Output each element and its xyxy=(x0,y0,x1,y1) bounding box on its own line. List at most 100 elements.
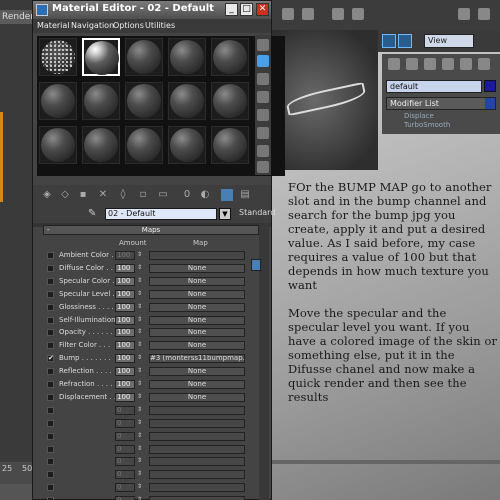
map-enable-checkbox[interactable] xyxy=(47,393,54,401)
map-amount-field[interactable]: 0 xyxy=(115,444,135,454)
map-amount-field[interactable]: 100 xyxy=(115,289,135,299)
spinner-icon[interactable]: ⇕ xyxy=(137,277,142,284)
copy-material-icon[interactable]: ◊ xyxy=(117,189,129,201)
toolbar-icon[interactable] xyxy=(282,8,294,20)
map-slot-button[interactable] xyxy=(149,457,245,467)
go-to-parent-icon[interactable]: ▤ xyxy=(239,189,251,201)
map-enable-checkbox[interactable] xyxy=(47,419,54,427)
map-enable-checkbox[interactable] xyxy=(47,342,54,350)
material-type-button[interactable]: Standard xyxy=(239,208,275,217)
make-preview-icon[interactable] xyxy=(257,127,269,139)
map-enable-checkbox[interactable] xyxy=(47,406,54,414)
eyedropper-icon[interactable]: ✎ xyxy=(88,208,96,219)
spinner-icon[interactable]: ⇕ xyxy=(137,354,142,361)
map-slot-button[interactable] xyxy=(149,405,245,415)
map-amount-field[interactable]: 100 xyxy=(115,380,135,389)
material-slot[interactable] xyxy=(82,38,120,76)
assign-to-selection-icon[interactable]: ▪ xyxy=(77,189,89,201)
spinner-icon[interactable]: ⇕ xyxy=(137,303,142,310)
material-slot[interactable] xyxy=(211,126,249,164)
menu-options[interactable]: Options xyxy=(113,21,144,30)
toolbar-icon[interactable] xyxy=(458,8,470,20)
map-slot-button[interactable] xyxy=(149,251,245,260)
map-slot-button[interactable] xyxy=(149,483,245,493)
chevron-down-icon[interactable]: ▼ xyxy=(219,208,231,220)
material-effects-channel-icon[interactable]: 0 xyxy=(181,189,193,201)
map-amount-field[interactable]: 0 xyxy=(115,483,135,493)
modify-tab-icon[interactable] xyxy=(406,58,418,70)
spinner-icon[interactable]: ⇕ xyxy=(137,483,142,490)
menu-navigation[interactable]: Navigation xyxy=(71,21,114,30)
map-amount-field[interactable]: 100 xyxy=(115,354,135,364)
map-slot-button[interactable]: None xyxy=(149,289,245,299)
background-icon[interactable] xyxy=(257,73,269,85)
map-enable-checkbox[interactable] xyxy=(47,290,54,298)
object-name-field[interactable]: default xyxy=(386,80,482,93)
map-slot-button[interactable]: None xyxy=(149,263,245,273)
toolbar-icon[interactable] xyxy=(352,8,364,20)
map-amount-field[interactable]: 0 xyxy=(115,431,135,441)
material-slot[interactable] xyxy=(39,38,77,76)
material-slot[interactable] xyxy=(39,82,77,120)
spinner-icon[interactable]: ⇕ xyxy=(137,470,142,477)
scroll-thumb[interactable] xyxy=(251,259,261,271)
map-slot-button[interactable] xyxy=(149,496,245,500)
map-slot-button[interactable]: None xyxy=(149,367,245,377)
put-to-library-icon[interactable]: ▭ xyxy=(157,189,169,201)
minimize-button[interactable]: _ xyxy=(225,3,238,16)
spinner-icon[interactable]: ⇕ xyxy=(137,457,142,464)
maximize-button[interactable]: □ xyxy=(240,3,253,16)
material-slot[interactable] xyxy=(211,38,249,76)
map-enable-checkbox[interactable] xyxy=(47,381,54,388)
snap-icon[interactable] xyxy=(382,34,396,48)
map-amount-field[interactable]: 100 xyxy=(115,315,135,325)
map-slot-button[interactable]: None xyxy=(149,392,245,402)
map-amount-field[interactable]: 100 xyxy=(115,263,135,273)
spinner-icon[interactable]: ⇕ xyxy=(137,367,142,374)
material-slot[interactable] xyxy=(168,126,206,164)
map-amount-field[interactable]: 0 xyxy=(115,470,135,480)
map-amount-field[interactable]: 100 xyxy=(115,328,135,338)
material-slot[interactable] xyxy=(168,38,206,76)
map-slot-button[interactable]: None xyxy=(149,315,245,325)
modifier-item[interactable]: TurboSmooth xyxy=(404,121,496,130)
map-slot-button[interactable]: None xyxy=(149,328,245,338)
viewport[interactable] xyxy=(272,30,378,170)
map-enable-checkbox[interactable] xyxy=(47,445,54,453)
spinner-icon[interactable]: ⇕ xyxy=(137,393,142,400)
map-slot-button[interactable] xyxy=(149,418,245,428)
title-bar[interactable]: Material Editor - 02 - Default _ □ ✕ xyxy=(33,1,271,19)
map-amount-field[interactable]: 0 xyxy=(115,405,135,415)
map-enable-checkbox[interactable] xyxy=(47,368,54,376)
spinner-icon[interactable]: ⇕ xyxy=(137,316,142,323)
map-slot-button[interactable] xyxy=(149,431,245,441)
map-enable-checkbox[interactable] xyxy=(47,329,54,337)
map-enable-checkbox[interactable] xyxy=(47,264,54,272)
spinner-icon[interactable]: ⇕ xyxy=(137,290,142,297)
motion-tab-icon[interactable] xyxy=(442,58,454,70)
map-amount-field[interactable]: 100 xyxy=(115,392,135,402)
close-button[interactable]: ✕ xyxy=(256,3,269,16)
maps-rollout-header[interactable]: - Maps xyxy=(43,225,259,235)
map-slot-button[interactable] xyxy=(149,444,245,454)
material-slot[interactable] xyxy=(125,38,163,76)
map-slot-button[interactable]: None xyxy=(149,380,245,389)
options-icon[interactable] xyxy=(257,145,269,157)
timeline[interactable] xyxy=(272,460,500,464)
spinner-icon[interactable]: ⇕ xyxy=(137,328,142,335)
map-enable-checkbox[interactable] xyxy=(47,471,54,479)
sample-type-icon[interactable] xyxy=(257,39,269,51)
video-color-check-icon[interactable] xyxy=(257,109,269,121)
menu-material[interactable]: Material xyxy=(37,21,70,30)
map-amount-field[interactable]: 0 xyxy=(115,457,135,467)
toolbar-icon[interactable] xyxy=(302,8,314,20)
material-slot[interactable] xyxy=(125,82,163,120)
object-color-swatch[interactable] xyxy=(484,80,496,92)
map-slot-button[interactable]: None xyxy=(149,276,245,286)
map-slot-button[interactable]: None xyxy=(149,302,245,312)
view-dropdown[interactable]: View xyxy=(424,34,474,48)
show-map-in-viewport-icon[interactable]: ◐ xyxy=(199,189,211,201)
unique-icon[interactable]: ▫ xyxy=(137,189,149,201)
map-amount-field[interactable]: 0 xyxy=(115,496,135,500)
put-to-scene-icon[interactable]: ◇ xyxy=(59,189,71,201)
